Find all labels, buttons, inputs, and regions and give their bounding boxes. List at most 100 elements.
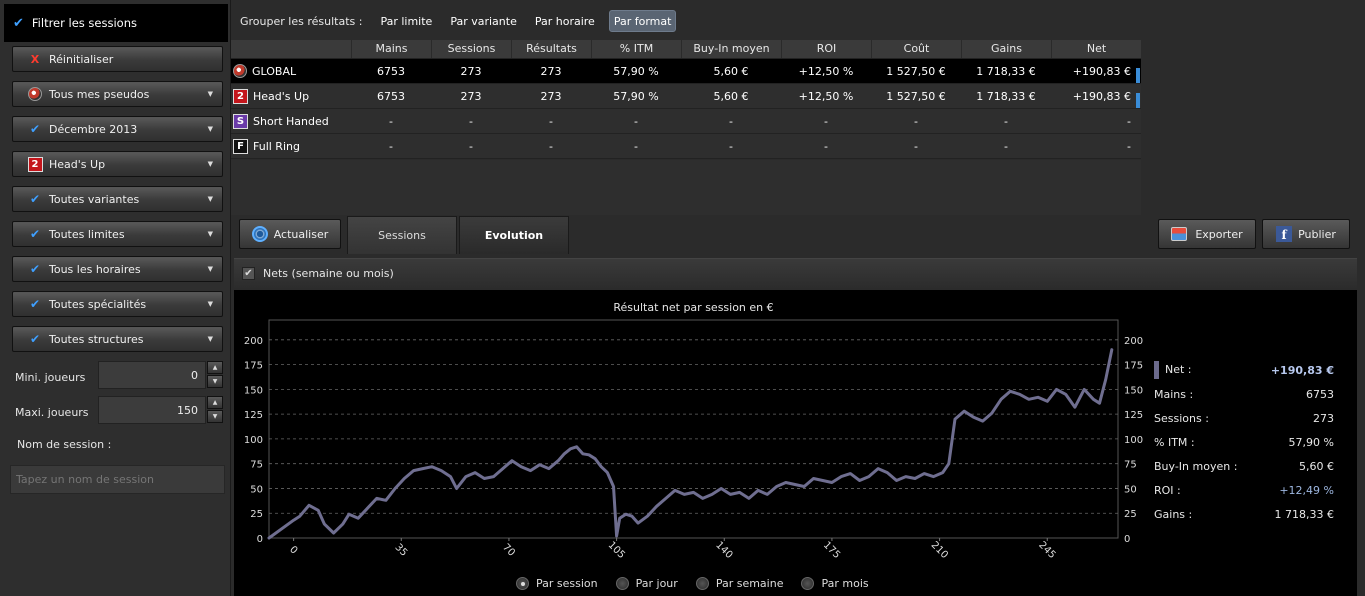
variant-filter-dropdown[interactable]: ✔ Toutes variantes ▼ bbox=[12, 186, 223, 212]
period-filter-dropdown[interactable]: ✔ Décembre 2013 ▼ bbox=[12, 116, 223, 142]
x-tick-label: 105 bbox=[606, 540, 627, 561]
stat-label: Buy-In moyen : bbox=[1154, 459, 1238, 473]
cell-buyin: - bbox=[729, 114, 733, 128]
stat-value: +190,83 € bbox=[1270, 363, 1334, 377]
radio-per-week[interactable]: Par semaine bbox=[695, 577, 783, 590]
tab-sessions[interactable]: Sessions bbox=[347, 216, 457, 254]
x-tick-label: 140 bbox=[713, 540, 734, 561]
max-players-input[interactable]: 150 bbox=[98, 396, 206, 424]
stat-sessions: Sessions : 273 bbox=[1154, 406, 1344, 430]
facebook-icon: f bbox=[1276, 226, 1293, 242]
limit-filter-dropdown[interactable]: ✔ Toutes limites ▼ bbox=[12, 221, 223, 247]
period-filter-label: Décembre 2013 bbox=[49, 122, 138, 136]
y-tick-label-left: 200 bbox=[244, 336, 263, 347]
y-tick-label-right: 175 bbox=[1124, 361, 1143, 372]
y-tick-label-left: 100 bbox=[244, 435, 263, 446]
group-by-limit-button[interactable]: Par limite bbox=[376, 10, 436, 32]
stat-mains: Mains : 6753 bbox=[1154, 382, 1344, 406]
cell-net: - bbox=[1127, 114, 1131, 128]
export-button[interactable]: Exporter bbox=[1158, 219, 1256, 249]
radio-per-month[interactable]: Par mois bbox=[801, 577, 869, 590]
checkmark-icon: ✔ bbox=[13, 15, 24, 31]
group-by-variant-button[interactable]: Par variante bbox=[446, 10, 521, 32]
row-name: Full Ring bbox=[253, 139, 300, 153]
cell-mains: - bbox=[389, 139, 393, 153]
group-by-schedule-button[interactable]: Par horaire bbox=[531, 10, 599, 32]
y-tick-label-right: 150 bbox=[1124, 385, 1143, 396]
table-row-heads-up[interactable]: 2 Head's Up 6753 273 273 57,90 % 5,60 € … bbox=[231, 84, 1141, 109]
column-header-net[interactable]: Net bbox=[1051, 40, 1141, 58]
close-icon: X bbox=[30, 52, 40, 66]
table-row-global[interactable]: GLOBAL 6753 273 273 57,90 % 5,60 € +12,5… bbox=[231, 59, 1141, 84]
stepper-up-icon[interactable]: ▲ bbox=[207, 361, 223, 374]
column-header-results[interactable]: Résultats bbox=[511, 40, 591, 58]
publish-button[interactable]: f Publier bbox=[1262, 219, 1350, 249]
group-by-format-button[interactable]: Par format bbox=[608, 10, 677, 32]
reset-label: Réinitialiser bbox=[49, 52, 114, 66]
column-header-roi[interactable]: ROI bbox=[781, 40, 871, 58]
radio-per-session[interactable]: Par session bbox=[516, 577, 598, 590]
net-result-chart: Résultat net par session en € 0 0 25 25 50 50 7… bbox=[244, 301, 1143, 561]
tab-evolution[interactable]: Evolution bbox=[459, 216, 569, 254]
stat-buyin: Buy-In moyen : 5,60 € bbox=[1154, 454, 1344, 478]
nets-checkbox[interactable]: ✔ bbox=[242, 267, 255, 280]
stepper-up-icon[interactable]: ▲ bbox=[207, 396, 223, 409]
cell-buyin: 5,60 € bbox=[713, 89, 749, 103]
cell-roi: - bbox=[824, 114, 828, 128]
column-header-sessions[interactable]: Sessions bbox=[431, 40, 511, 58]
schedule-filter-dropdown[interactable]: ✔ Tous les horaires ▼ bbox=[12, 256, 223, 282]
reset-button[interactable]: X Réinitialiser bbox=[12, 46, 223, 72]
chevron-down-icon: ▼ bbox=[207, 195, 213, 203]
x-tick-label: 0 bbox=[287, 544, 299, 556]
max-players-stepper[interactable]: ▲ ▼ bbox=[207, 396, 223, 424]
y-tick-label-left: 175 bbox=[244, 361, 263, 372]
cell-itm: - bbox=[634, 114, 638, 128]
y-tick-label-left: 0 bbox=[257, 534, 263, 545]
min-players-input[interactable]: 0 bbox=[98, 361, 206, 389]
format-filter-dropdown[interactable]: 2 Head's Up ▼ bbox=[12, 151, 223, 177]
session-name-input[interactable] bbox=[10, 465, 225, 494]
cell-itm: 57,90 % bbox=[613, 64, 659, 78]
stat-value: 57,90 % bbox=[1288, 435, 1334, 449]
column-header-buyin[interactable]: Buy-In moyen bbox=[681, 40, 781, 58]
chevron-down-icon: ▼ bbox=[207, 125, 213, 133]
structure-filter-dropdown[interactable]: ✔ Toutes structures ▼ bbox=[12, 326, 223, 352]
specialty-filter-dropdown[interactable]: ✔ Toutes spécialités ▼ bbox=[12, 291, 223, 317]
export-label: Exporter bbox=[1195, 227, 1243, 241]
stepper-down-icon[interactable]: ▼ bbox=[207, 410, 223, 423]
pseudo-filter-dropdown[interactable]: Tous mes pseudos ▼ bbox=[12, 81, 223, 107]
cell-gains: - bbox=[1004, 139, 1008, 153]
table-row-short-handed[interactable]: S Short Handed - - - - - - - - - bbox=[231, 109, 1141, 134]
radio-label: Par mois bbox=[821, 577, 869, 590]
radio-per-day[interactable]: Par jour bbox=[615, 577, 678, 590]
chevron-down-icon: ▼ bbox=[207, 230, 213, 238]
min-players-stepper[interactable]: ▲ ▼ bbox=[207, 361, 223, 389]
pseudo-filter-label: Tous mes pseudos bbox=[49, 87, 150, 101]
stat-value: 6753 bbox=[1306, 387, 1334, 401]
refresh-button[interactable]: Actualiser bbox=[239, 219, 341, 249]
chevron-down-icon: ▼ bbox=[207, 300, 213, 308]
column-header-mains[interactable]: Mains bbox=[351, 40, 431, 58]
table-side-area bbox=[1141, 40, 1357, 215]
cell-results: - bbox=[549, 139, 553, 153]
checkmark-icon: ✔ bbox=[29, 122, 41, 136]
stat-net: Net : +190,83 € bbox=[1154, 358, 1344, 382]
max-players-label: Maxi. joueurs bbox=[15, 406, 89, 419]
stat-itm: % ITM : 57,90 % bbox=[1154, 430, 1344, 454]
filter-sessions-toggle[interactable]: ✔ Filtrer les sessions bbox=[4, 4, 228, 42]
stat-label: Gains : bbox=[1154, 507, 1193, 521]
y-tick-label-right: 200 bbox=[1124, 336, 1143, 347]
full-ring-badge-icon: F bbox=[233, 138, 248, 154]
cell-mains: 6753 bbox=[377, 64, 405, 78]
table-row-full-ring[interactable]: F Full Ring - - - - - - - - - bbox=[231, 134, 1141, 159]
short-handed-badge-icon: S bbox=[233, 113, 248, 129]
y-tick-label-left: 25 bbox=[250, 509, 263, 520]
x-tick-label: 210 bbox=[929, 540, 950, 561]
radio-dot-icon bbox=[615, 577, 629, 590]
table-empty-area bbox=[231, 160, 1141, 215]
column-header-itm[interactable]: % ITM bbox=[591, 40, 681, 58]
refresh-label: Actualiser bbox=[273, 227, 329, 241]
stepper-down-icon[interactable]: ▼ bbox=[207, 375, 223, 388]
column-header-gains[interactable]: Gains bbox=[961, 40, 1051, 58]
column-header-cost[interactable]: Coût bbox=[871, 40, 961, 58]
